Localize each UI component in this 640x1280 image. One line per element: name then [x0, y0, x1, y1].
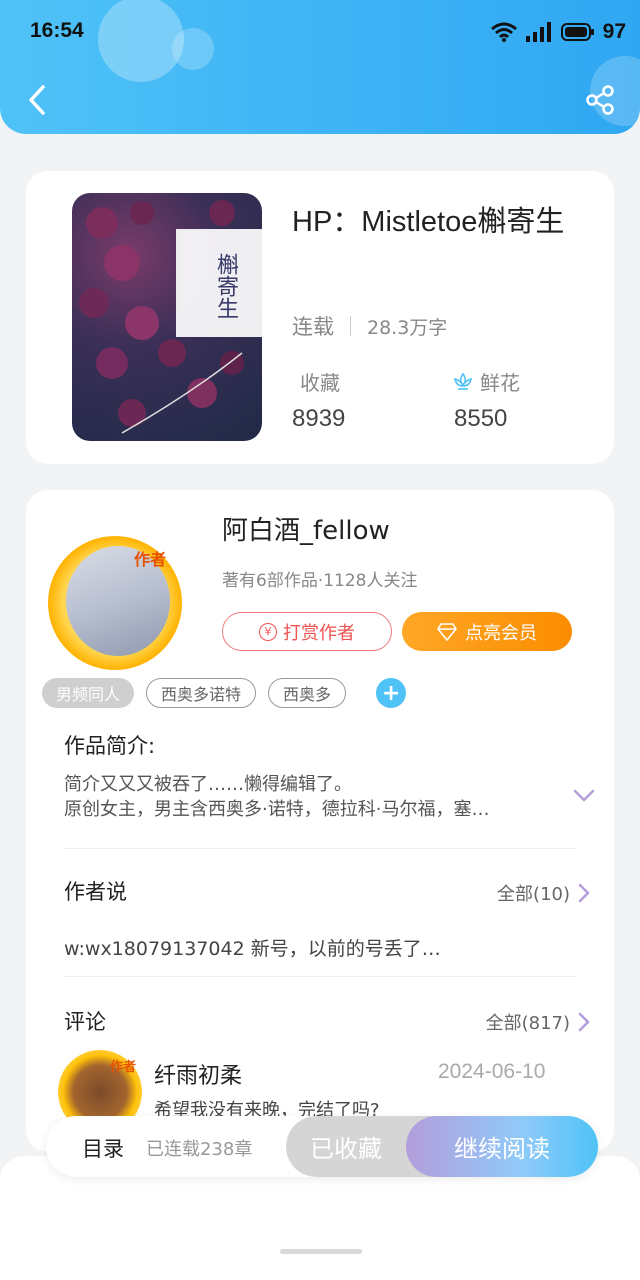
continue-reading-label: 继续阅读 [454, 1135, 550, 1163]
share-icon [586, 85, 614, 115]
author-say-more[interactable]: 全部(10) [497, 880, 590, 906]
author-detail-card: 作者 阿白酒_fellow 著有6部作品·1128人关注 ¥ 打赏作者 点亮会员… [26, 490, 614, 1152]
comment-date: 2024-06-10 [438, 1060, 546, 1083]
status-time: 16:54 [30, 19, 84, 42]
home-indicator[interactable] [280, 1249, 362, 1254]
author-badge: 作者 [134, 550, 167, 569]
author-name[interactable]: 阿白酒_fellow [222, 510, 390, 547]
collect-label: 收藏 [300, 371, 340, 395]
flower-label: 鲜花 [480, 371, 520, 395]
intro-title: 作品简介: [64, 734, 156, 758]
flower-stat[interactable]: 鲜花 [452, 367, 520, 396]
wifi-icon [490, 22, 517, 42]
yuan-coin-icon: ¥ [259, 622, 277, 641]
tag-list: 男频同人 西奥多诺特 西奥多 + [42, 678, 407, 708]
divider [64, 976, 576, 977]
more-label: 全部(10) [497, 884, 570, 905]
commenter-badge: 作者 [110, 1060, 137, 1075]
flower-count: 8550 [454, 405, 508, 432]
chevron-right-icon [578, 883, 590, 903]
author-info: 著有6部作品·1128人关注 [222, 571, 418, 591]
vip-label: 点亮会员 [465, 622, 537, 644]
book-meta: 连载 28.3万字 [292, 311, 447, 341]
vip-button[interactable]: 点亮会员 [402, 612, 572, 651]
diamond-icon [437, 622, 457, 641]
share-button[interactable] [580, 80, 620, 120]
book-title: HP：Mistletoe槲寄生 [292, 206, 565, 238]
more-label: 全部(817) [485, 1013, 570, 1034]
collected-label: 已收藏 [310, 1135, 382, 1163]
battery-level: 97 [602, 20, 626, 43]
chevron-left-icon [29, 85, 45, 115]
commenter-name[interactable]: 纤雨初柔 [154, 1058, 242, 1090]
author-say-title: 作者说 [64, 880, 127, 904]
add-tag-button[interactable]: + [376, 678, 407, 708]
collect-count: 8939 [292, 405, 346, 432]
continue-reading-button[interactable]: 继续阅读 [406, 1116, 598, 1177]
comments-title: 评论 [64, 1010, 106, 1034]
chevron-right-icon [578, 1012, 590, 1032]
book-info-card: 槲寄生 HP：Mistletoe槲寄生 连载 28.3万字 收藏 8939 鲜花… [26, 171, 614, 464]
back-button[interactable] [20, 80, 54, 120]
signal-icon [525, 22, 551, 42]
bottom-action-bar: 目录 已连载238章 已收藏 继续阅读 [46, 1116, 598, 1177]
status-icons: 97 [490, 18, 626, 46]
chapter-count: 已连载238章 [146, 1139, 253, 1160]
book-cover[interactable]: 槲寄生 [72, 193, 262, 441]
top-header: 16:54 97 [0, 0, 640, 134]
tag-chip[interactable]: 西奥多诺特 [146, 678, 257, 708]
chevron-down-icon[interactable] [572, 788, 596, 804]
flower-icon [453, 372, 473, 390]
comments-more[interactable]: 全部(817) [486, 1009, 590, 1035]
intro-text[interactable]: 简介又又又被吞了……懒得编辑了。 原创女主，男主含西奥多·诺特，德拉科·马尔福，… [64, 772, 554, 822]
reward-author-button[interactable]: ¥ 打赏作者 [222, 612, 392, 651]
intro-line: 简介又又又被吞了……懒得编辑了。 [64, 774, 352, 795]
author-say-text[interactable]: w:wx18079137042 新号，以前的号丢了… [64, 934, 441, 961]
book-status: 连载 [292, 315, 334, 339]
cover-title: 槲寄生 [213, 253, 238, 319]
status-bar: 16:54 97 [0, 0, 640, 64]
divider [350, 316, 351, 336]
tag-chip[interactable]: 男频同人 [42, 678, 135, 708]
word-count: 28.3万字 [367, 316, 448, 339]
divider [64, 848, 576, 849]
intro-line: 原创女主，男主含西奥多·诺特，德拉科·马尔福，塞… [64, 799, 490, 820]
reward-label: 打赏作者 [283, 622, 355, 644]
tag-chip[interactable]: 西奥多 [268, 678, 347, 708]
toc-button[interactable]: 目录 [82, 1133, 124, 1163]
battery-icon [560, 23, 594, 41]
